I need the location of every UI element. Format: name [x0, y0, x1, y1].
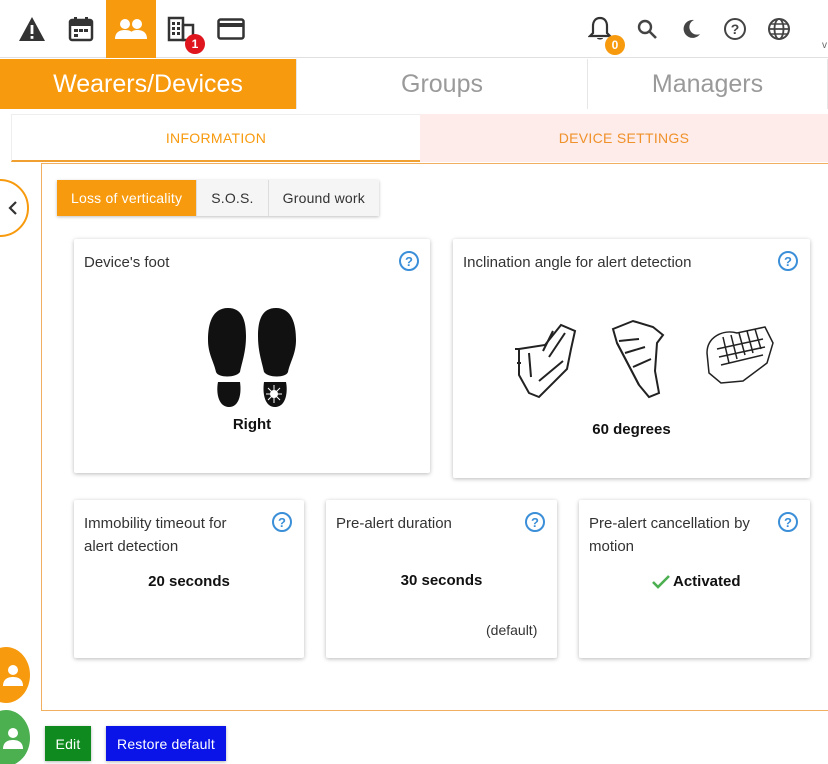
alert-type-ground-work[interactable]: Ground work [268, 180, 379, 216]
user-avatar-button[interactable] [0, 647, 30, 703]
person-icon [3, 665, 23, 686]
svg-text:?: ? [731, 21, 740, 37]
help-icon[interactable]: ? [272, 512, 292, 532]
device-foot-card: Device's foot ? Right [74, 239, 430, 473]
pre-alert-cancellation-card: Pre-alert cancellation by motion ? Activ… [579, 500, 810, 658]
sidebar-toggle[interactable] [0, 179, 29, 237]
inclination-title: Inclination angle for alert detection [463, 254, 692, 271]
device-foot-title: Device's foot [84, 254, 170, 271]
immobility-value: 20 seconds [148, 573, 230, 590]
immobility-title: Immobility timeout for alert detection [84, 515, 227, 555]
pre-alert-cancellation-value: Activated [673, 573, 741, 590]
shoe-flat-icon [706, 326, 774, 384]
globe-icon[interactable] [754, 0, 804, 58]
alert-triangle-icon[interactable] [7, 0, 57, 58]
immobility-timeout-card: Immobility timeout for alert detection ?… [74, 500, 304, 658]
help-icon[interactable]: ? [525, 512, 545, 532]
building-notification-badge: 1 [185, 34, 205, 54]
top-navigation-bar: 1 0 ? v [0, 0, 828, 58]
users-icon[interactable] [106, 0, 156, 58]
checkmark-icon [652, 575, 670, 589]
alert-type-sos[interactable]: S.O.S. [197, 180, 269, 216]
tab-device-settings[interactable]: DEVICE SETTINGS [420, 114, 828, 162]
moon-icon[interactable] [666, 0, 716, 58]
shoe-upright-icon [611, 319, 665, 399]
tab-information[interactable]: INFORMATION [11, 114, 420, 162]
tab-managers[interactable]: Managers [588, 59, 828, 109]
shoe-tilted-icon [515, 323, 577, 399]
pre-alert-duration-value: 30 seconds [400, 572, 483, 589]
tab-groups[interactable]: Groups [297, 59, 588, 109]
sub-tabs: INFORMATION DEVICE SETTINGS [11, 114, 828, 162]
truncated-edge-text: v [822, 40, 827, 51]
default-note: (default) [486, 622, 538, 638]
card-icon[interactable] [206, 0, 256, 58]
help-icon[interactable]: ? [778, 251, 798, 271]
edit-button[interactable]: Edit [45, 726, 91, 761]
device-foot-value: Right [232, 416, 272, 433]
inclination-value: 60 degrees [592, 421, 671, 438]
main-tabs: Wearers/Devices Groups Managers [0, 59, 828, 109]
contact-avatar-button[interactable] [0, 710, 30, 764]
restore-default-button[interactable]: Restore default [106, 726, 226, 761]
help-icon[interactable]: ? [778, 512, 798, 532]
search-icon[interactable] [622, 0, 672, 58]
alert-type-selector: Loss of verticality S.O.S. Ground work [57, 180, 379, 216]
pre-alert-cancellation-title: Pre-alert cancellation by motion [589, 515, 750, 555]
help-icon[interactable]: ? [399, 251, 419, 271]
calendar-icon[interactable] [56, 0, 106, 58]
tab-wearers-devices[interactable]: Wearers/Devices [0, 59, 297, 109]
footprints-icon [208, 308, 296, 408]
pre-alert-duration-card: Pre-alert duration ? 30 seconds (default… [326, 500, 557, 658]
help-icon[interactable]: ? [710, 0, 760, 58]
person-icon [3, 728, 23, 749]
alert-type-loss-of-verticality[interactable]: Loss of verticality [57, 180, 198, 216]
inclination-card: Inclination angle for alert detection ? … [453, 239, 810, 478]
chevron-left-icon [8, 201, 17, 215]
pre-alert-duration-title: Pre-alert duration [336, 515, 452, 532]
